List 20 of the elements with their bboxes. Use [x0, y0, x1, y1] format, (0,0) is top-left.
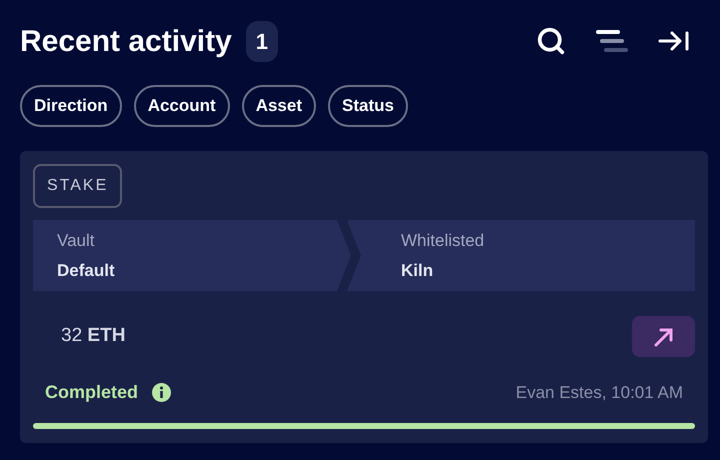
arrow-icon [652, 326, 674, 348]
filter-chip[interactable]: Direction [20, 85, 122, 127]
amount-text: 32 ETH [61, 324, 126, 348]
search-icon[interactable] [536, 26, 566, 56]
filter-chip[interactable]: Status [328, 85, 408, 127]
step-label: Vault [57, 230, 96, 252]
count-badge: 1 [246, 20, 278, 62]
filter-chip[interactable]: Asset [242, 85, 316, 127]
type-tag: STAKE [33, 164, 122, 208]
sort-icon[interactable] [596, 29, 628, 53]
step-value: Kiln [401, 260, 434, 282]
open-button[interactable] [632, 316, 695, 357]
page-title: Recent activity [20, 24, 232, 60]
step-value: Default [57, 260, 116, 282]
meta-text: Evan Estes, 10:01 AM [516, 382, 683, 404]
step-label: Whitelisted [401, 230, 486, 252]
info-icon[interactable] [152, 383, 172, 402]
status-text: Completed [45, 381, 138, 404]
collapse-icon[interactable] [658, 30, 690, 52]
filter-chip[interactable]: Account [134, 85, 230, 127]
